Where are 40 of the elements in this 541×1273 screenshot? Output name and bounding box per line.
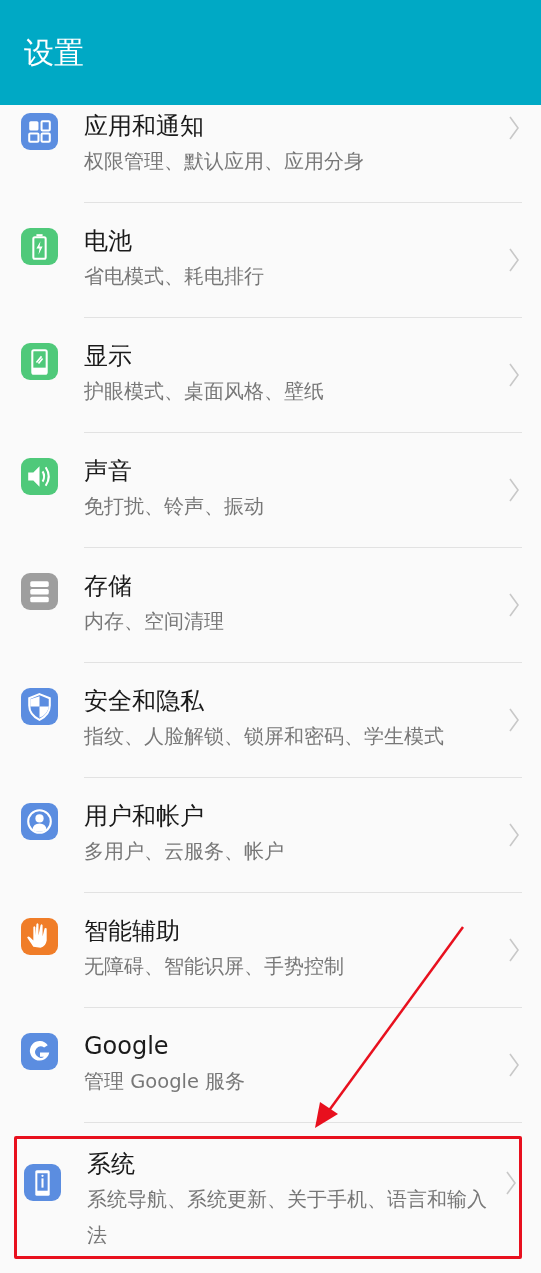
settings-item[interactable]: 安全和隐私 指纹、人脸解锁、锁屏和密码、学生模式 xyxy=(0,663,541,778)
item-subtitle: 系统导航、系统更新、关于手机、语言和输入法 xyxy=(87,1187,487,1249)
chevron-icon xyxy=(508,115,520,141)
settings-item[interactable]: 用户和帐户 多用户、云服务、帐户 xyxy=(0,778,541,893)
item-subtitle: 指纹、人脸解锁、锁屏和密码、学生模式 xyxy=(84,724,444,750)
settings-item[interactable]: 存储 内存、空间清理 xyxy=(0,548,541,663)
item-subtitle: 护眼模式、桌面风格、壁纸 xyxy=(84,379,324,405)
chevron-icon xyxy=(505,1170,517,1196)
chevron-icon xyxy=(508,822,520,848)
item-title: 存储 xyxy=(84,571,132,602)
chevron-icon xyxy=(508,247,520,273)
chevron-icon xyxy=(508,937,520,963)
settings-item[interactable]: 应用和通知 权限管理、默认应用、应用分身 xyxy=(0,105,541,203)
chevron-icon xyxy=(508,707,520,733)
chevron-icon xyxy=(508,362,520,388)
item-title: 系统 xyxy=(87,1149,135,1180)
item-title: 用户和帐户 xyxy=(84,801,204,832)
item-title: 电池 xyxy=(84,226,132,257)
item-title: 显示 xyxy=(84,341,132,372)
settings-item[interactable]: 电池 省电模式、耗电排行 xyxy=(0,203,541,318)
item-title: 安全和隐私 xyxy=(84,686,204,717)
item-subtitle: 权限管理、默认应用、应用分身 xyxy=(84,149,364,175)
item-title: 智能辅助 xyxy=(84,916,180,947)
item-title: 声音 xyxy=(84,456,132,487)
chevron-icon xyxy=(508,1052,520,1078)
settings-item[interactable]: 显示 护眼模式、桌面风格、壁纸 xyxy=(0,318,541,433)
item-subtitle: 省电模式、耗电排行 xyxy=(84,264,264,290)
item-title: Google xyxy=(84,1031,169,1062)
settings-item[interactable]: 系统 系统导航、系统更新、关于手机、语言和输入法 xyxy=(14,1136,522,1259)
item-subtitle: 管理 Google 服务 xyxy=(84,1069,246,1095)
settings-item[interactable]: 智能辅助 无障碍、智能识屏、手势控制 xyxy=(0,893,541,1008)
settings-item[interactable]: 声音 免打扰、铃声、振动 xyxy=(0,433,541,548)
item-subtitle: 多用户、云服务、帐户 xyxy=(84,839,284,865)
screen-title: 设置 xyxy=(24,34,84,72)
item-subtitle: 内存、空间清理 xyxy=(84,609,224,635)
item-title: 应用和通知 xyxy=(84,111,204,142)
item-subtitle: 无障碍、智能识屏、手势控制 xyxy=(84,954,344,980)
item-subtitle: 免打扰、铃声、振动 xyxy=(84,494,264,520)
chevron-icon xyxy=(508,592,520,618)
chevron-icon xyxy=(508,477,520,503)
